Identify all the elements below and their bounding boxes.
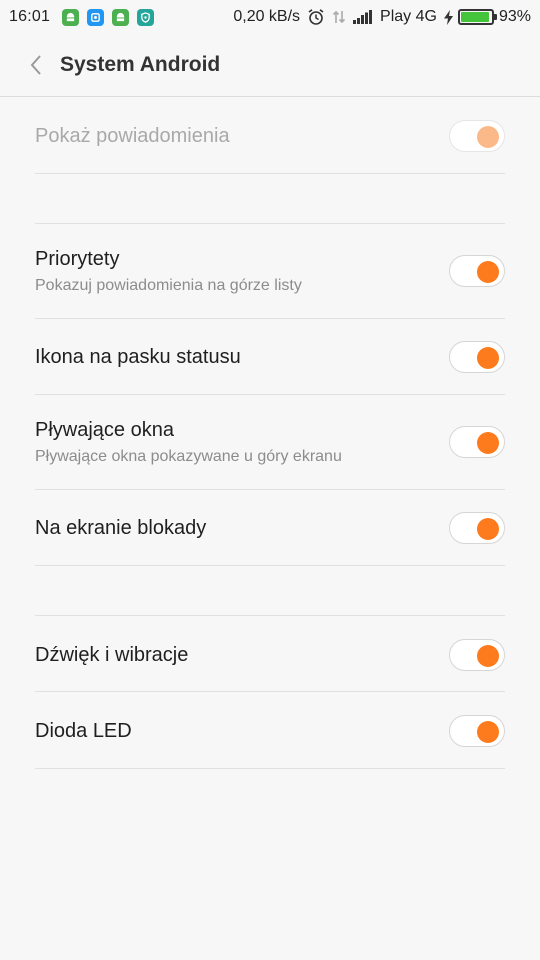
back-button[interactable] (14, 43, 58, 87)
status-bar-icon-toggle[interactable] (449, 341, 505, 373)
setting-show-notifications[interactable]: Pokaż powiadomienia (35, 115, 505, 157)
setting-label: Na ekranie blokady (35, 516, 207, 539)
divider (35, 223, 505, 224)
lock-screen-toggle[interactable] (449, 512, 505, 544)
divider (35, 173, 505, 174)
android-notif-icon (112, 8, 130, 26)
setting-description: Pokazuj powiadomienia na górze listy (35, 276, 302, 294)
divider (35, 318, 505, 319)
battery-percent: 93% (498, 8, 531, 25)
show-notifications-toggle[interactable] (449, 120, 505, 152)
setting-label: Priorytety (35, 247, 120, 270)
led-toggle[interactable] (449, 715, 505, 747)
status-bar: 16:01 0,20 kB/s Play 4G 93% (0, 0, 540, 34)
divider (35, 394, 505, 395)
page-title: System Android (60, 53, 221, 76)
data-arrows-icon (332, 9, 346, 25)
setting-label: Pokaż powiadomienia (35, 124, 230, 147)
setting-label: Dźwięk i wibracje (35, 643, 189, 666)
setting-status-bar-icon[interactable]: Ikona na pasku statusu (35, 336, 505, 378)
setting-lock-screen[interactable]: Na ekranie blokady (35, 507, 505, 549)
status-time: 16:01 (9, 8, 51, 25)
android-notif-icon (62, 8, 80, 26)
app-header: System Android (0, 34, 540, 97)
setting-description: Pływające okna pokazywane u góry ekranu (35, 447, 342, 465)
carrier-label: Play 4G (380, 8, 437, 25)
priority-toggle[interactable] (449, 255, 505, 287)
battery: 93% (443, 8, 531, 26)
setting-floating-windows[interactable]: Pływające okna Pływające okna pokazywane… (35, 409, 505, 475)
divider (35, 489, 505, 490)
divider (35, 691, 505, 692)
alarm-icon (307, 8, 325, 26)
setting-label: Ikona na pasku statusu (35, 345, 241, 368)
setting-label: Dioda LED (35, 719, 132, 742)
sound-vibration-toggle[interactable] (449, 639, 505, 671)
chevron-left-icon (30, 55, 41, 75)
setting-led[interactable]: Dioda LED (35, 710, 505, 752)
network-speed: 0,20 kB/s (233, 8, 301, 25)
setting-label: Pływające okna (35, 418, 174, 441)
setting-priority[interactable]: Priorytety Pokazuj powiadomienia na górz… (35, 238, 505, 304)
cleaner-notif-icon (87, 8, 105, 26)
battery-icon (457, 9, 497, 25)
signal-icon (353, 10, 373, 24)
shield-notif-icon (137, 8, 155, 26)
setting-sound-vibration[interactable]: Dźwięk i wibracje (35, 634, 505, 676)
divider (35, 615, 505, 616)
charging-bolt-icon (443, 9, 453, 25)
divider (35, 768, 505, 769)
divider (35, 565, 505, 566)
floating-windows-toggle[interactable] (449, 426, 505, 458)
